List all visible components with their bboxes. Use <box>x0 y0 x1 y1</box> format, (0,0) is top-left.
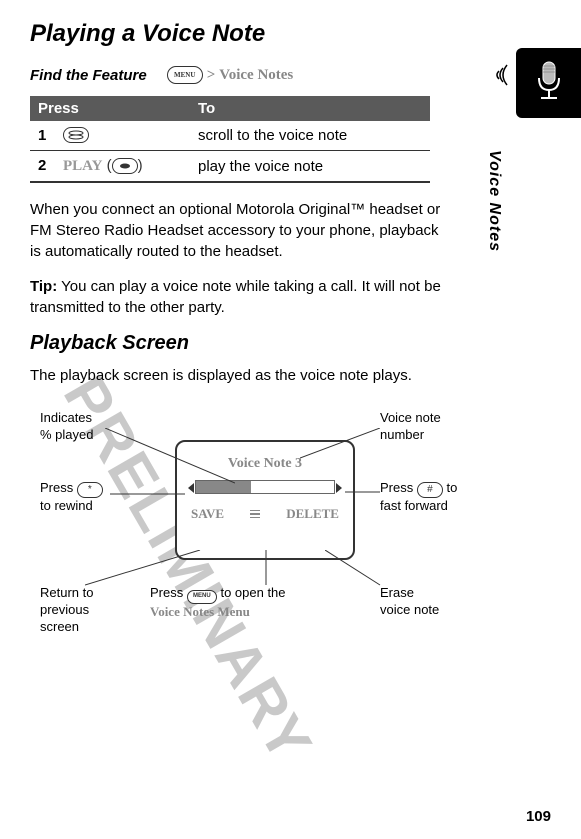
scroll-key-icon <box>63 127 89 143</box>
table-row: 1 scroll to the voice note <box>30 121 430 151</box>
callout-percent-played: Indicates % played <box>40 410 93 444</box>
find-feature-label: Find the Feature <box>30 67 147 84</box>
page-title: Playing a Voice Note <box>30 20 551 48</box>
delete-softkey-label: DELETE <box>286 506 339 522</box>
paragraph-headset: When you connect an optional Motorola Or… <box>30 199 450 262</box>
soft-key-icon <box>112 158 138 174</box>
callout-erase: Erase voice note <box>380 585 439 619</box>
step-desc: play the voice note <box>190 151 430 183</box>
star-key-icon: * <box>77 482 103 498</box>
paragraph-playback: The playback screen is displayed as the … <box>30 365 450 386</box>
paragraph-tip: Tip: You can play a voice note while tak… <box>30 276 450 318</box>
callout-text: Press <box>40 480 77 495</box>
callout-voice-note-number: Voice note number <box>380 410 441 444</box>
callout-rewind: Press * to rewind <box>40 480 103 514</box>
header-to: To <box>190 96 430 121</box>
voice-notes-menu-text: Voice Notes Menu <box>150 604 250 619</box>
hash-key-icon: # <box>417 482 443 498</box>
step-number: 1 <box>38 127 46 144</box>
callout-text: Press <box>150 585 187 600</box>
table-row: 2 PLAY ( ) play the voice note <box>30 151 430 183</box>
callout-fast-forward: Press # to fast forward <box>380 480 457 514</box>
forward-arrow-icon <box>336 483 342 493</box>
instruction-table: Press To 1 scroll to the voice note 2 <box>30 96 430 183</box>
playback-diagram: Voice Note 3 SAVE DELETE Indicates % pla… <box>30 400 490 680</box>
callout-text: to rewind <box>40 498 93 513</box>
callout-return-prev: Return to previous screen <box>40 585 93 636</box>
callout-text: to open the <box>217 585 286 600</box>
step-number: 2 <box>38 157 46 174</box>
find-feature-row: Find the Feature MENU > Voice Notes <box>30 66 551 84</box>
header-press: Press <box>30 96 190 121</box>
tip-text: You can play a voice note while taking a… <box>30 278 441 316</box>
find-feature-path: MENU > Voice Notes <box>167 66 294 84</box>
menu-key-icon: MENU <box>167 66 203 84</box>
save-softkey-label: SAVE <box>191 506 224 522</box>
tip-label: Tip: <box>30 278 57 295</box>
table-header-row: Press To <box>30 96 430 121</box>
playback-screen-subtitle: Playback Screen <box>30 332 551 355</box>
callout-line <box>300 428 380 463</box>
menu-hamburger-icon <box>250 506 260 522</box>
callout-line <box>105 428 235 488</box>
paren-open: ( <box>107 157 112 174</box>
voice-notes-path: Voice Notes <box>219 67 293 84</box>
callout-line <box>110 490 185 498</box>
paren-close: ) <box>138 157 143 174</box>
callout-line <box>345 488 380 496</box>
callout-line <box>262 550 270 585</box>
greater-than: > <box>207 67 216 84</box>
page-number: 109 <box>526 808 551 825</box>
menu-key-icon: MENU <box>187 590 217 604</box>
step-desc: scroll to the voice note <box>190 121 430 151</box>
callout-open-menu: Press MENU to open the Voice Notes Menu <box>150 585 286 621</box>
callout-line <box>325 550 385 590</box>
callout-text: Press <box>380 480 417 495</box>
callout-line <box>85 550 205 590</box>
play-key-label: PLAY <box>63 158 102 174</box>
